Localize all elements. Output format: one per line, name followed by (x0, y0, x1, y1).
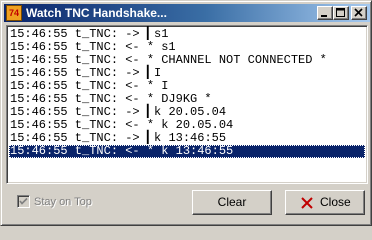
watch-tnc-window: 74 Watch TNC Handshake... 15:46:55 t_TNC… (0, 0, 372, 226)
log-row[interactable]: 15:46:55 t_TNC: <- * k 13:46:55 (9, 145, 365, 158)
handshake-log-list[interactable]: 15:46:55 t_TNC: -> ▎s1 15:46:55 t_TNC: <-… (6, 25, 368, 184)
app-icon[interactable]: 74 (6, 5, 22, 21)
red-x-icon (301, 197, 313, 209)
stay-on-top-label: Stay on Top (34, 196, 92, 208)
minimize-button[interactable] (317, 6, 333, 20)
title-close-button[interactable] (351, 6, 367, 20)
window-title: Watch TNC Handshake... (26, 6, 167, 20)
close-button-label: Close (320, 195, 351, 209)
maximize-button[interactable] (333, 6, 349, 20)
checkmark-icon (19, 197, 28, 205)
title-bar[interactable]: 74 Watch TNC Handshake... (4, 4, 370, 22)
maximize-icon (336, 8, 345, 17)
minimize-icon (321, 15, 327, 17)
stay-on-top-checkbox[interactable] (17, 195, 30, 208)
close-button[interactable]: Close (285, 190, 365, 215)
close-icon (354, 8, 363, 17)
clear-button[interactable]: Clear (192, 190, 272, 215)
